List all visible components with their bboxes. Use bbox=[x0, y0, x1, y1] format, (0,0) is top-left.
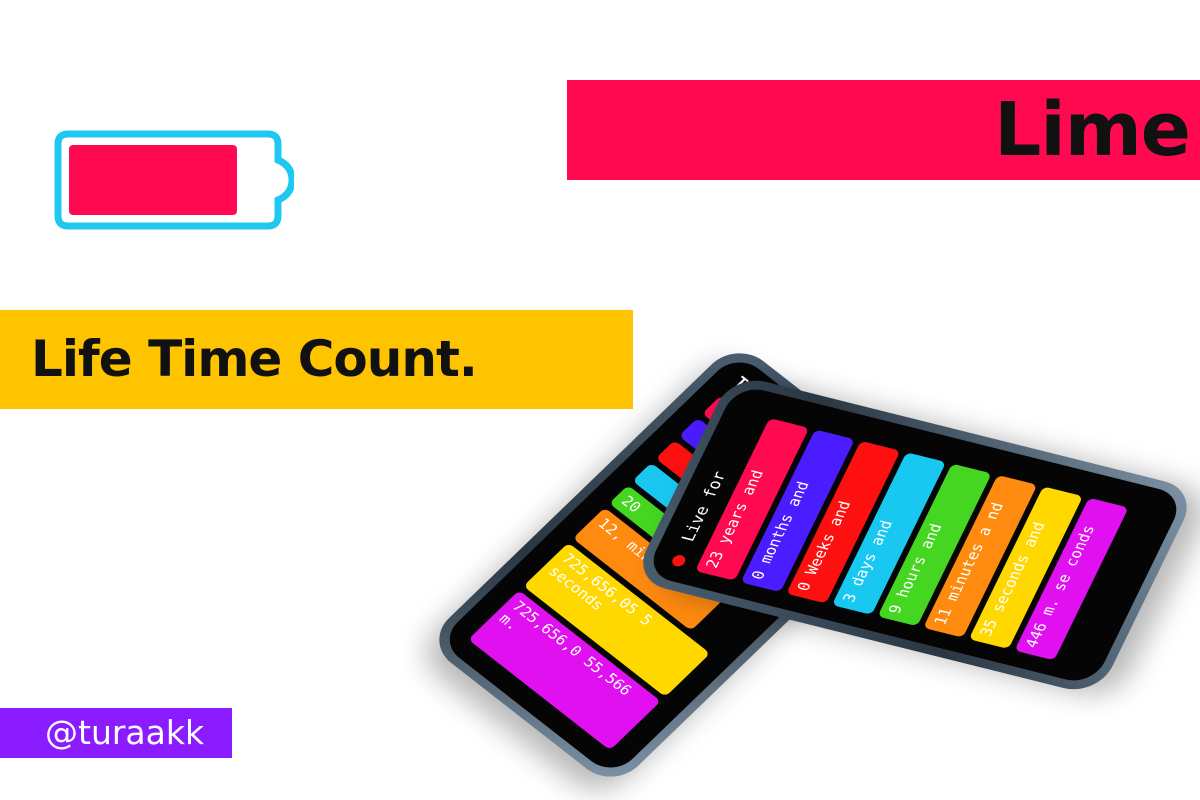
headline-title: Life Time Count. bbox=[31, 330, 478, 388]
lime-banner: Lime bbox=[567, 80, 1200, 180]
battery-icon bbox=[54, 130, 294, 230]
headline-banner: Life Time Count. bbox=[0, 310, 633, 409]
lime-title: Lime bbox=[994, 87, 1191, 173]
battery-fill bbox=[69, 145, 237, 215]
handle-badge: @turaakk bbox=[0, 708, 232, 758]
record-dot-icon bbox=[669, 553, 687, 568]
handle-label: @turaakk bbox=[45, 713, 205, 752]
